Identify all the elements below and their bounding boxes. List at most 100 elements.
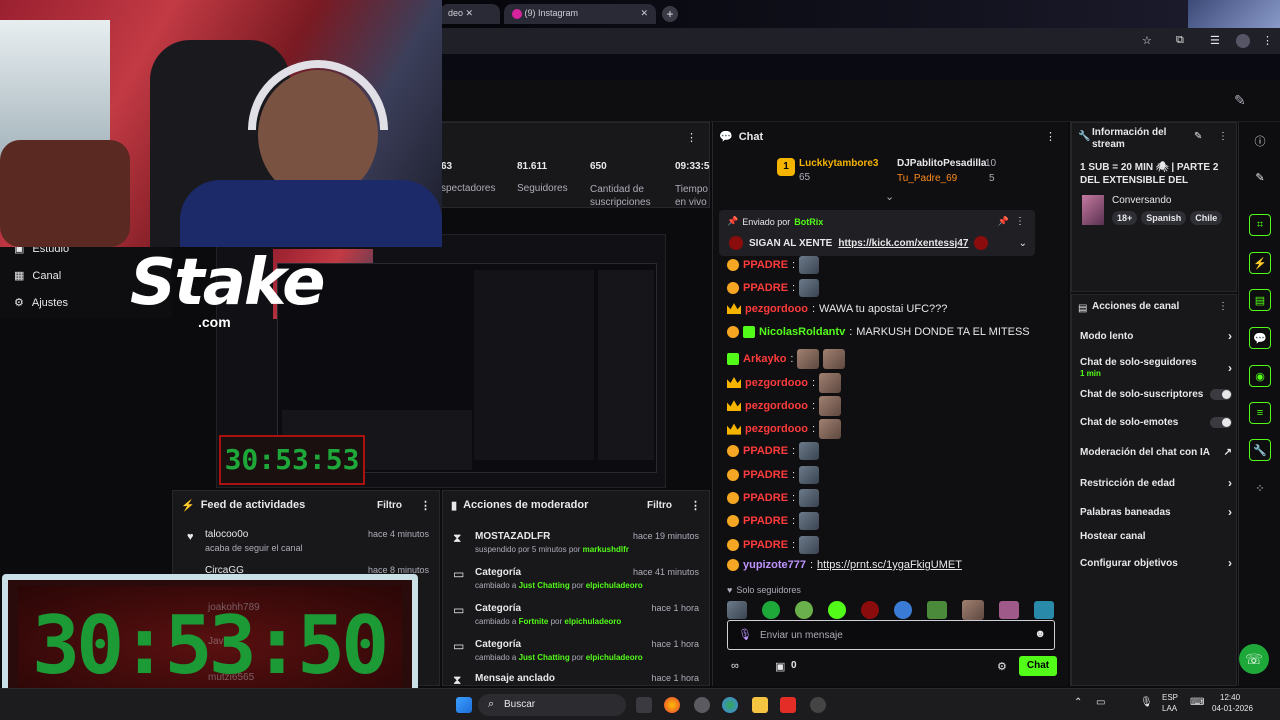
chat-username[interactable]: pezgordooo <box>745 400 808 412</box>
apps-icon[interactable]: ⁘ <box>1249 477 1271 499</box>
leaderboard-user[interactable]: Tu_Padre_69 <box>897 173 957 184</box>
emote-icon[interactable] <box>861 601 879 619</box>
language-label[interactable]: ESP <box>1162 693 1178 702</box>
gear-icon[interactable]: ⚙ <box>997 660 1007 673</box>
chat-input-box[interactable]: 🎙 Enviar un mensaje ☻ <box>727 620 1055 650</box>
chat-username[interactable]: PPADRE <box>743 445 788 457</box>
channel-action-item[interactable]: Restricción de edad › <box>1080 476 1232 490</box>
chat-username[interactable]: PPADRE <box>743 539 788 551</box>
channel-action-item[interactable]: Chat de solo-suscriptores <box>1080 389 1232 400</box>
channel-action-item[interactable]: Modo lento › <box>1080 329 1232 343</box>
browser-tab[interactable]: deo ✕ <box>440 4 500 24</box>
more-options-icon[interactable]: ⋮ <box>686 131 697 144</box>
close-icon[interactable]: ✕ <box>466 8 474 18</box>
taskbar-search[interactable]: ⌕ Buscar <box>478 694 626 716</box>
channel-action-item[interactable]: Configurar objetivos › <box>1080 556 1232 570</box>
bolt-icon[interactable]: ⚡ <box>1249 252 1271 274</box>
emoji-icon[interactable]: ☻ <box>1034 628 1046 640</box>
reading-list-icon[interactable]: ☰ <box>1210 34 1220 47</box>
emote-icon[interactable] <box>927 601 947 619</box>
filter-button[interactable]: Filtro <box>377 500 402 511</box>
emote-icon[interactable] <box>999 601 1019 619</box>
extensions-icon[interactable]: ⧉ <box>1176 34 1184 47</box>
browser-tab-instagram[interactable]: (9) Instagram ✕ <box>504 4 656 24</box>
leaderboard-user[interactable]: Luckkytambore3 <box>799 158 878 169</box>
pinned-link[interactable]: https://kick.com/xentessj47 <box>838 238 968 249</box>
emote-icon[interactable] <box>727 601 747 619</box>
chat-username[interactable]: pezgordooo <box>745 303 808 315</box>
moderator-link[interactable]: markushdlfr <box>583 545 629 554</box>
chat-username[interactable]: PPADRE <box>743 492 788 504</box>
chevron-down-icon[interactable]: ⌄ <box>1019 238 1027 249</box>
logo-icon[interactable]: ✎ <box>1234 92 1246 109</box>
category-label[interactable]: Conversando <box>1112 195 1171 206</box>
more-options-icon[interactable]: ⋮ <box>1015 216 1025 227</box>
more-options-icon[interactable]: ⋮ <box>1218 131 1228 142</box>
list-icon[interactable]: ≡ <box>1249 402 1271 424</box>
more-options-icon[interactable]: ⋮ <box>690 499 701 512</box>
nav-item-ajustes[interactable]: ⚙ Ajustes <box>14 296 68 310</box>
channel-action-item[interactable]: Chat de solo-emotes <box>1080 417 1232 428</box>
document-icon[interactable]: ▤ <box>1249 289 1271 311</box>
toggle-switch[interactable] <box>1210 389 1232 400</box>
more-options-icon[interactable]: ⋮ <box>1218 301 1228 312</box>
mic-icon[interactable]: 🎙 <box>738 628 752 641</box>
emote-icon[interactable] <box>762 601 780 619</box>
wrench-icon[interactable]: 🔧 <box>1249 439 1271 461</box>
network-icon[interactable]: ⌨ <box>1190 697 1204 708</box>
moderator-link[interactable]: elpichuladeoro <box>586 653 643 662</box>
chat-username[interactable]: PPADRE <box>743 259 788 271</box>
leaderboard-user[interactable]: DJPablitoPesadilla <box>897 158 986 169</box>
edit-icon[interactable]: ✎ <box>1194 131 1202 142</box>
more-options-icon[interactable]: ⋮ <box>420 499 431 512</box>
link-icon[interactable]: ∞ <box>731 660 739 672</box>
emote-icon[interactable] <box>828 601 846 619</box>
chevron-up-icon[interactable]: ⌃ <box>1074 697 1082 708</box>
chat-username[interactable]: NicolasRoldantv <box>759 326 845 338</box>
profile-avatar[interactable] <box>1236 34 1250 48</box>
expand-icon[interactable]: ⌄ <box>885 190 894 203</box>
new-tab-button[interactable]: + <box>662 6 678 22</box>
moderator-link[interactable]: elpichuladeoro <box>586 581 643 590</box>
chat-username[interactable]: Arkayko <box>743 353 786 365</box>
clock-time[interactable]: 12:40 <box>1220 693 1240 702</box>
emote-icon[interactable] <box>795 601 813 619</box>
category-link[interactable]: Just Chatting <box>519 581 570 590</box>
channel-action-item[interactable]: Moderación del chat con IA ↗ <box>1080 447 1232 458</box>
more-menu-icon[interactable]: ⋮ <box>1262 34 1273 47</box>
chat-username[interactable]: PPADRE <box>743 469 788 481</box>
folder-icon[interactable] <box>752 697 768 713</box>
channel-action-item[interactable]: Hostear canal <box>1080 531 1232 542</box>
emote-icon[interactable] <box>962 600 984 620</box>
edit-icon[interactable]: ✎ <box>1249 166 1271 188</box>
chat-username[interactable]: PPADRE <box>743 515 788 527</box>
chrome-icon[interactable] <box>664 697 680 713</box>
mic-icon[interactable]: 🎙 <box>1140 697 1153 708</box>
crop-icon[interactable]: ⌗ <box>1249 214 1271 236</box>
gift-icon[interactable]: ▣ <box>775 660 785 673</box>
category-link[interactable]: Just Chatting <box>519 653 570 662</box>
windows-start-icon[interactable] <box>456 697 472 713</box>
youtube-icon[interactable] <box>780 697 796 713</box>
close-icon[interactable]: ✕ <box>640 8 648 19</box>
support-button[interactable]: ☏ <box>1239 644 1269 674</box>
nav-item-canal[interactable]: ▦ Canal <box>14 269 61 283</box>
more-options-icon[interactable]: ⋮ <box>1045 130 1056 143</box>
app-icon[interactable] <box>694 697 710 713</box>
emote-icon[interactable] <box>1034 601 1054 619</box>
star-icon[interactable]: ☆ <box>1142 34 1152 47</box>
emote-icon[interactable] <box>894 601 912 619</box>
channel-action-item[interactable]: Chat de solo-seguidores 1 min › <box>1080 357 1232 379</box>
unpin-icon[interactable]: 📌 <box>998 216 1009 227</box>
chat-icon[interactable]: 💬 <box>1249 327 1271 349</box>
chat-username[interactable]: PPADRE <box>743 282 788 294</box>
media-icon[interactable] <box>810 697 826 713</box>
sent-by-user[interactable]: BotRix <box>794 217 823 227</box>
channel-action-item[interactable]: Palabras baneadas › <box>1080 505 1232 519</box>
send-chat-button[interactable]: Chat <box>1019 656 1057 676</box>
chat-username[interactable]: pezgordooo <box>745 377 808 389</box>
toggle-switch[interactable] <box>1210 417 1232 428</box>
chat-input-placeholder[interactable]: Enviar un mensaje <box>760 630 843 641</box>
category-link[interactable]: Fortnite <box>519 617 549 626</box>
filter-button[interactable]: Filtro <box>647 500 672 511</box>
